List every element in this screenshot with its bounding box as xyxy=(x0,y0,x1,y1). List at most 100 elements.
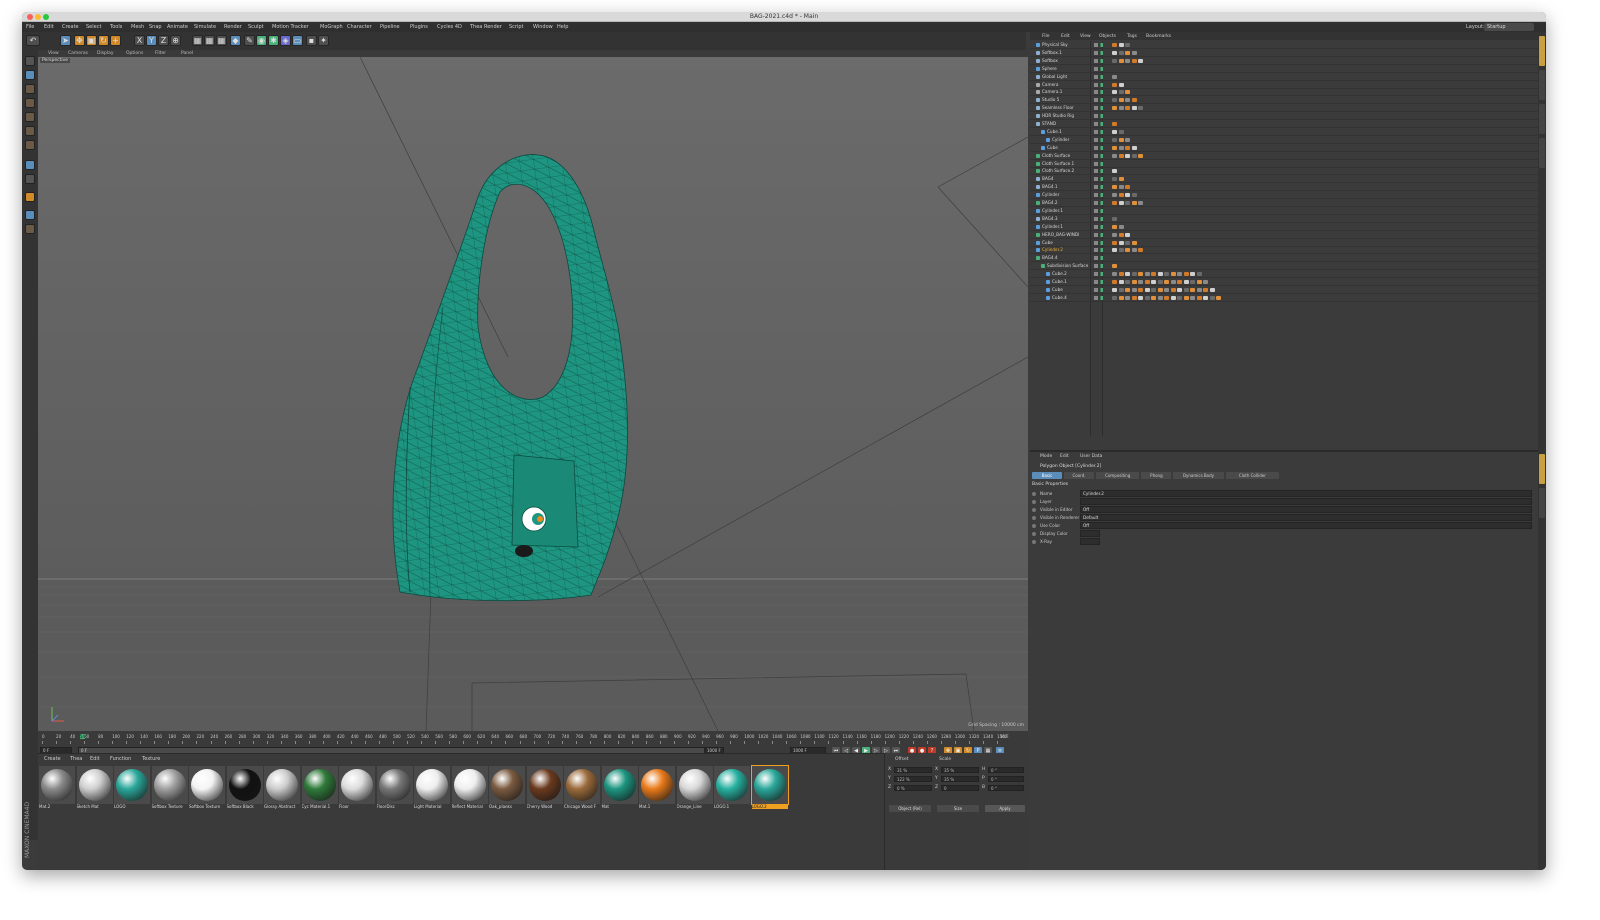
object-tag-icon[interactable] xyxy=(1112,145,1117,150)
object-tag-icon[interactable] xyxy=(1112,106,1117,111)
visibility-flags[interactable] xyxy=(1094,66,1106,71)
scale-field[interactable]: 35 % xyxy=(941,776,979,782)
attribute-value-field[interactable] xyxy=(1080,530,1100,537)
object-tag-icon[interactable] xyxy=(1164,272,1169,277)
object-row[interactable]: BAG4.3 xyxy=(1030,215,1538,223)
y-axis-icon[interactable]: Y xyxy=(146,35,157,46)
snap-icon[interactable] xyxy=(25,192,35,202)
object-row[interactable]: Cylinder.1 xyxy=(1030,223,1538,231)
x-axis-icon[interactable]: X xyxy=(134,35,145,46)
object-tag-icon[interactable] xyxy=(1112,264,1117,269)
object-tag-icon[interactable] xyxy=(1131,50,1137,55)
object-row[interactable]: Cloth Surface xyxy=(1030,152,1538,160)
visibility-flags[interactable] xyxy=(1094,98,1106,103)
object-row[interactable]: Cylinder.1 xyxy=(1030,207,1538,215)
object-row[interactable]: Subdivision Surface xyxy=(1030,262,1538,271)
object-tag-icon[interactable] xyxy=(1112,43,1117,47)
viewport-menu-cameras[interactable]: Cameras xyxy=(68,51,88,56)
rotation-field[interactable]: 0 ° xyxy=(988,767,1024,773)
object-tag-icon[interactable] xyxy=(1112,272,1117,277)
object-tag-icon[interactable] xyxy=(1125,201,1130,205)
object-tag-icon[interactable] xyxy=(1118,82,1124,87)
object-row[interactable]: Softbox.1 xyxy=(1030,49,1538,57)
object-tag-icon[interactable] xyxy=(1112,82,1117,87)
visibility-flags[interactable] xyxy=(1094,232,1106,237)
material-swatch[interactable]: Chicago Wood F xyxy=(564,766,600,812)
object-tag-icon[interactable] xyxy=(1112,185,1117,190)
object-row[interactable]: BAG4 xyxy=(1030,175,1538,184)
object-tag-icon[interactable] xyxy=(1112,248,1117,253)
object-row[interactable]: Physical Sky xyxy=(1030,41,1538,49)
object-tag-icon[interactable] xyxy=(1112,280,1117,284)
animate-toggle-icon[interactable] xyxy=(1032,492,1036,496)
object-tag-icon[interactable] xyxy=(1196,280,1202,284)
object-tag-icon[interactable] xyxy=(1125,137,1130,142)
object-row[interactable]: Studio 5 xyxy=(1030,96,1538,105)
object-tag-icon[interactable] xyxy=(1170,295,1176,300)
object-tag-icon[interactable] xyxy=(1118,153,1124,158)
object-tag-icon[interactable] xyxy=(1131,145,1137,150)
object-tag-icon[interactable] xyxy=(1203,280,1208,284)
object-tag-icon[interactable] xyxy=(1170,272,1176,277)
object-tag-icon[interactable] xyxy=(1170,280,1176,284)
material-swatch[interactable]: LOGO xyxy=(114,766,150,812)
animate-toggle-icon[interactable] xyxy=(1032,532,1036,536)
object-row[interactable]: STAND xyxy=(1030,120,1538,128)
visibility-flags[interactable] xyxy=(1094,122,1106,126)
object-tag-icon[interactable] xyxy=(1118,137,1124,142)
object-tag-icon[interactable] xyxy=(1177,272,1182,277)
object-tag-icon[interactable] xyxy=(1131,193,1137,198)
visibility-flags[interactable] xyxy=(1094,82,1106,87)
coordinate-mode-select[interactable]: Object (Rel) xyxy=(889,805,931,812)
object-row[interactable]: BAG4.2 xyxy=(1030,199,1538,207)
object-menu-view[interactable]: View xyxy=(1080,34,1091,39)
subdivision-icon[interactable]: ◉ xyxy=(256,35,267,46)
visibility-flags[interactable] xyxy=(1094,161,1106,166)
object-tag-icon[interactable] xyxy=(1112,50,1117,55)
object-tag-icon[interactable] xyxy=(1112,224,1117,229)
floor-icon[interactable]: ▭ xyxy=(292,35,303,46)
object-tag-icon[interactable] xyxy=(1131,106,1137,111)
side-tab-attributes[interactable] xyxy=(1539,454,1545,484)
coordinate-system-icon[interactable]: ⊕ xyxy=(170,35,181,46)
object-tag-icon[interactable] xyxy=(1209,287,1215,292)
undo-icon[interactable]: ↶ xyxy=(26,35,40,46)
object-tag-icon[interactable] xyxy=(1125,272,1130,277)
object-tag-icon[interactable] xyxy=(1125,280,1130,284)
object-row[interactable]: HERO_BAG-WINDI xyxy=(1030,231,1538,239)
object-tag-icon[interactable] xyxy=(1112,232,1117,237)
menu-script[interactable]: Script xyxy=(509,24,524,30)
object-row[interactable]: BAG4.1 xyxy=(1030,183,1538,192)
object-tag-icon[interactable] xyxy=(1144,287,1150,292)
visibility-flags[interactable] xyxy=(1094,153,1106,158)
object-tag-icon[interactable] xyxy=(1157,295,1163,300)
object-tag-icon[interactable] xyxy=(1112,90,1117,95)
solo-mode-icon[interactable] xyxy=(25,224,35,234)
material-swatch[interactable]: Reflect Material xyxy=(451,766,488,812)
material-swatch[interactable]: Mat.1 xyxy=(639,766,675,812)
tweak-mode-icon[interactable] xyxy=(25,174,35,184)
object-tag-icon[interactable] xyxy=(1118,287,1124,292)
scale-field[interactable]: 0 xyxy=(941,785,979,791)
material-menu-texture[interactable]: Texture xyxy=(142,756,160,762)
tab-compositing[interactable]: Compositing xyxy=(1096,472,1140,479)
menu-mograph[interactable]: MoGraph xyxy=(320,24,343,30)
current-frame-marker[interactable]: 54 xyxy=(79,734,85,739)
attribute-menu-user-data[interactable]: User Data xyxy=(1080,454,1102,459)
object-row[interactable]: HDR Studio Rig xyxy=(1030,112,1538,121)
object-tag-icon[interactable] xyxy=(1131,58,1137,63)
offset-field[interactable]: 0 % xyxy=(894,785,932,791)
object-tag-icon[interactable] xyxy=(1216,295,1221,300)
object-tag-icon[interactable] xyxy=(1131,287,1137,292)
object-tag-icon[interactable] xyxy=(1118,90,1124,95)
rotate-tool-icon[interactable]: ↻ xyxy=(98,35,109,46)
object-tag-icon[interactable] xyxy=(1183,272,1189,277)
object-tag-icon[interactable] xyxy=(1125,106,1130,111)
menu-mesh[interactable]: Mesh xyxy=(131,24,144,30)
object-tag-icon[interactable] xyxy=(1125,153,1130,158)
object-tag-icon[interactable] xyxy=(1112,122,1117,126)
object-row[interactable]: Cloth Surface.2 xyxy=(1030,167,1538,176)
visibility-flags[interactable] xyxy=(1094,201,1106,205)
attribute-value-field[interactable]: Off xyxy=(1080,522,1532,529)
offset-field[interactable]: 122 % xyxy=(894,776,932,782)
